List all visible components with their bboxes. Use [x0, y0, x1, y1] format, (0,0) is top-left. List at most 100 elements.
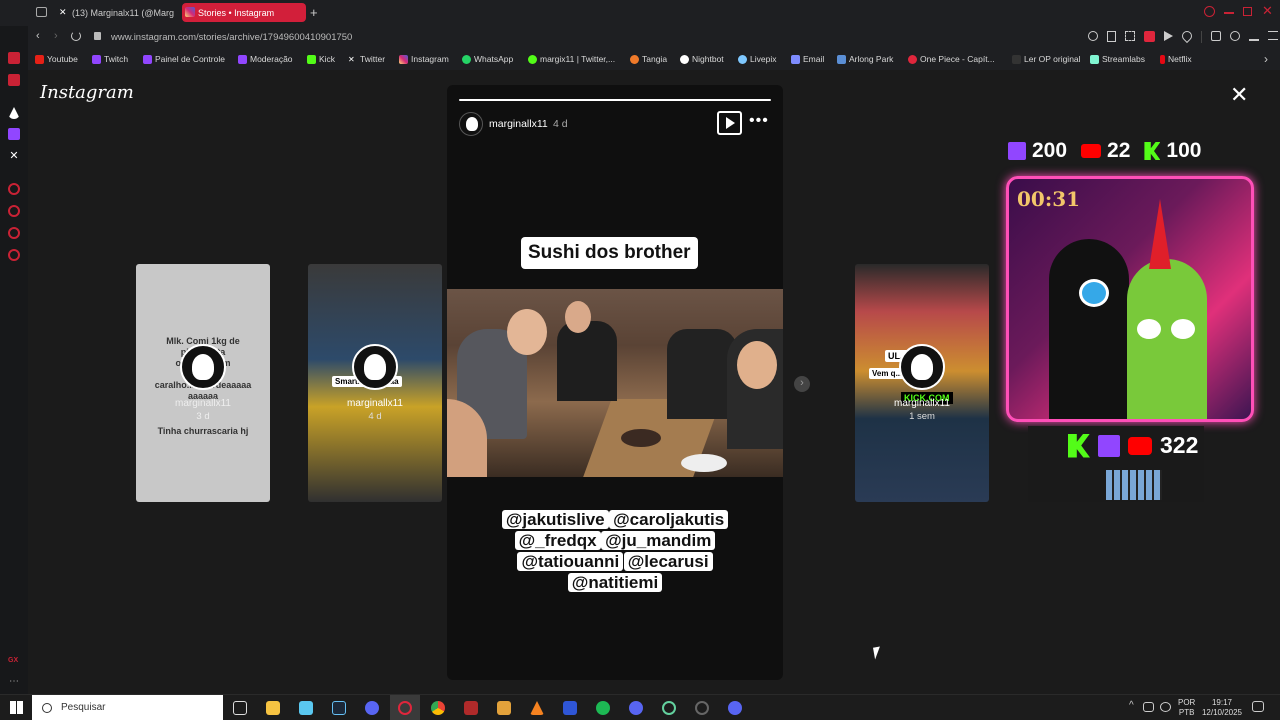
menu-icon[interactable]	[1268, 31, 1278, 40]
mention-tag[interactable]: @_fredqx	[514, 531, 601, 550]
story-preview-1[interactable]: Mlk. Comi 1kg de pip... ...nta onte... .…	[136, 264, 270, 502]
bookmark-painel[interactable]: Painel de Controle	[143, 54, 225, 64]
bookmark-netflix[interactable]: Netflix	[1160, 54, 1192, 64]
download-icon[interactable]	[1249, 31, 1259, 41]
player-icon[interactable]	[1164, 31, 1173, 41]
avatar	[180, 344, 226, 390]
volume-icon[interactable]	[1160, 702, 1171, 712]
mention-tag[interactable]: @caroljakutis	[609, 510, 729, 529]
mentions-line-2: @_fredqx @ju_mandim	[447, 531, 783, 551]
story-preview-2[interactable]: Smarti... ...onaaa marginallx11 4 d	[308, 264, 442, 502]
kick-icon	[1144, 142, 1161, 160]
bookmark-instagram[interactable]: Instagram	[399, 54, 449, 64]
maximize-icon[interactable]	[1243, 7, 1252, 16]
search-box[interactable]: Pesquisar	[32, 695, 223, 720]
bookmark-streamlabs[interactable]: Streamlabs	[1090, 54, 1145, 64]
bookmark-twitch[interactable]: Twitch	[92, 54, 128, 64]
x-icon[interactable]: ✕	[8, 150, 20, 162]
bookmark-email[interactable]: Email	[791, 54, 824, 64]
tray-chevron-icon[interactable]: ^	[1129, 700, 1134, 711]
avatar[interactable]	[459, 112, 483, 136]
opera-gx-icon[interactable]	[398, 701, 412, 715]
clock[interactable]: 19:17 12/10/2025	[1200, 698, 1244, 718]
bookmark-tangia[interactable]: Tangia	[630, 54, 667, 64]
app-icon[interactable]	[662, 701, 676, 715]
one-piece-icon	[908, 54, 917, 64]
tab-twitter[interactable]: ✕ (13) Marginalx11 (@Margi	[56, 3, 174, 22]
network-icon[interactable]	[1143, 702, 1154, 712]
more-icon[interactable]: ⋯	[9, 676, 19, 687]
mention-tag[interactable]: @lecarusi	[623, 552, 713, 571]
profile-icon[interactable]	[1230, 31, 1240, 41]
bookmark-nightbot[interactable]: Nightbot	[680, 54, 724, 64]
steam-icon[interactable]	[332, 701, 346, 715]
task-view-icon[interactable]	[233, 701, 247, 715]
kick-counter: 100	[1144, 139, 1201, 163]
file-explorer-icon[interactable]	[266, 701, 280, 715]
bookmark-ler-op[interactable]: Ler OP original	[1012, 54, 1081, 64]
tab-menu-icon[interactable]	[36, 7, 47, 17]
forward-icon[interactable]: ›	[54, 30, 58, 42]
g-app-icon[interactable]	[695, 701, 709, 715]
history-icon[interactable]	[8, 205, 20, 217]
story-preview-3[interactable]: UL... ...VE Vem q... ...car pq KICK.COM …	[855, 264, 989, 502]
messenger-icon[interactable]	[8, 74, 20, 86]
spotify-icon[interactable]	[596, 701, 610, 715]
bookmark-whatsapp[interactable]: WhatsApp	[462, 54, 513, 64]
flow-icon[interactable]	[8, 107, 20, 119]
desktop-icons-thumbnail	[1106, 470, 1162, 500]
vlc-icon[interactable]	[530, 701, 544, 715]
mention-tag[interactable]: @ju_mandim	[601, 531, 716, 550]
mentions-line-3: @tatiouanni @lecarusi	[447, 552, 783, 572]
mention-tag[interactable]: @natitiemi	[567, 573, 663, 592]
extensions-icon[interactable]	[1211, 31, 1221, 41]
bookmark-arlong-park[interactable]: Arlong Park	[837, 54, 893, 64]
settings-gear-icon[interactable]	[8, 249, 20, 261]
extensions-icon[interactable]	[8, 227, 20, 239]
app-icon[interactable]	[299, 701, 313, 715]
close-icon[interactable]: ✕	[1230, 84, 1248, 106]
more-options-icon[interactable]: •••	[749, 112, 769, 130]
adblock-icon[interactable]	[1144, 31, 1155, 42]
bookmark-twitter[interactable]: ✕ Twitter	[348, 54, 385, 64]
story-username[interactable]: marginallx11	[489, 118, 548, 130]
chrome-icon[interactable]	[431, 701, 445, 715]
bookmark-moderacao[interactable]: Moderação	[238, 54, 293, 64]
bookmark-livepix[interactable]: Livepix	[738, 54, 776, 64]
discord-icon[interactable]	[365, 701, 379, 715]
next-story-arrow-icon[interactable]: ›	[794, 376, 810, 392]
search-tabs-icon[interactable]	[1204, 6, 1215, 17]
bookmark-kick[interactable]: Kick	[307, 54, 335, 64]
play-button[interactable]	[717, 111, 742, 135]
app-icon[interactable]	[629, 701, 643, 715]
windows-start-icon[interactable]	[10, 701, 23, 714]
close-window-icon[interactable]: ✕	[1262, 3, 1273, 19]
snapshot-icon[interactable]	[1125, 31, 1135, 41]
bookmark-one-piece[interactable]: One Piece - Capít...	[908, 54, 995, 64]
notifications-icon[interactable]	[1252, 701, 1264, 712]
minimize-icon[interactable]	[1224, 12, 1234, 14]
zoom-icon[interactable]	[1088, 31, 1098, 41]
back-icon[interactable]: ‹	[36, 30, 40, 42]
mention-tag[interactable]: @jakutislive	[501, 510, 609, 529]
twitch-icon[interactable]	[8, 128, 20, 140]
url-field[interactable]: www.instagram.com/stories/archive/179496…	[111, 32, 352, 43]
language-indicator[interactable]: POR PTB	[1178, 698, 1195, 718]
reload-icon[interactable]	[71, 31, 81, 41]
instagram-logo[interactable]: Instagram	[40, 82, 134, 103]
app-icon[interactable]	[728, 701, 742, 715]
heart-icon[interactable]	[1179, 28, 1195, 44]
v-app-icon[interactable]	[563, 701, 577, 715]
aria-icon[interactable]	[8, 52, 20, 64]
new-tab-button[interactable]: +	[310, 5, 318, 20]
tab-instagram-stories[interactable]: Stories • Instagram	[182, 3, 306, 22]
bookmark-youtube[interactable]: Youtube	[35, 54, 78, 64]
media-icon[interactable]	[497, 701, 511, 715]
voicemeeter-icon[interactable]	[464, 701, 478, 715]
player-icon[interactable]	[8, 183, 20, 195]
pin-icon[interactable]	[1107, 31, 1116, 42]
preview-date: 4 d	[368, 411, 382, 422]
bookmarks-more-icon[interactable]: ›	[1264, 52, 1268, 66]
mention-tag[interactable]: @tatiouanni	[517, 552, 624, 571]
bookmark-margix[interactable]: margix11 | Twitter,...	[528, 54, 615, 64]
